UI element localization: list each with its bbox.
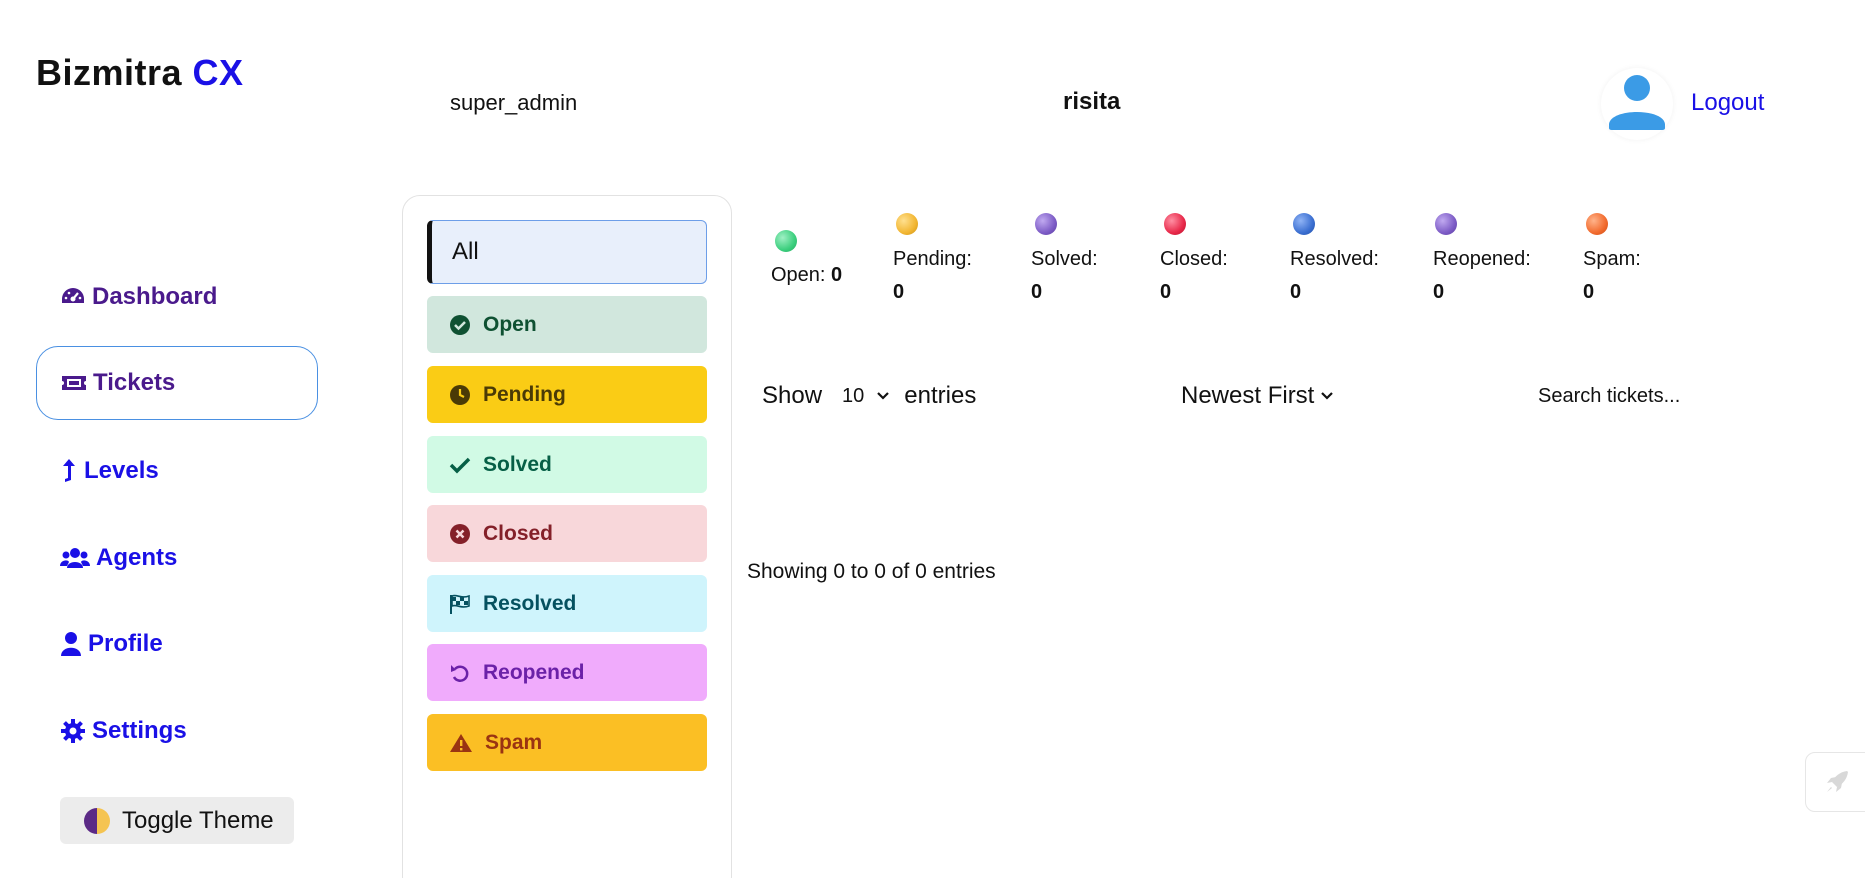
- undo-icon: [449, 662, 471, 684]
- filter-label: All: [452, 238, 479, 265]
- sort-select[interactable]: Newest First: [1181, 382, 1334, 410]
- ticket-page: Bizmitra CX super_admin risita Logout Da…: [0, 0, 1865, 878]
- filter-label: Reopened: [483, 660, 585, 684]
- sidebar-item-label: Settings: [92, 717, 187, 744]
- stat-spam: Spam: 0: [1583, 213, 1683, 303]
- entries-value: 10: [842, 384, 865, 407]
- filter-spam-button[interactable]: Spam: [427, 714, 707, 771]
- stat-label: Spam:: [1583, 248, 1641, 270]
- solved-dot-icon: [1035, 213, 1057, 235]
- ticket-icon: [61, 370, 87, 396]
- stat-value: 0: [1290, 281, 1302, 303]
- chevron-down-icon: [877, 392, 890, 400]
- filter-label: Pending: [483, 382, 566, 406]
- filter-label: Open: [483, 312, 537, 336]
- gear-icon: [60, 718, 86, 744]
- stat-reopened: Reopened: 0: [1433, 213, 1563, 303]
- filter-resolved-button[interactable]: Resolved: [427, 575, 707, 632]
- toggle-theme-label: Toggle Theme: [122, 806, 274, 834]
- stat-label: Open:: [771, 264, 826, 286]
- floating-help-button[interactable]: [1805, 752, 1865, 812]
- filter-label: Spam: [485, 730, 543, 754]
- stat-label: Resolved:: [1290, 248, 1379, 270]
- x-circle-icon: [449, 523, 471, 545]
- stat-label: Closed:: [1160, 248, 1228, 270]
- filter-label: Resolved: [483, 591, 577, 615]
- stat-value: 0: [831, 264, 843, 286]
- filter-label: Solved: [483, 452, 552, 476]
- sidebar-item-label: Agents: [96, 544, 178, 571]
- stat-value: 0: [1160, 281, 1172, 303]
- stat-label: Pending:: [893, 248, 972, 270]
- filter-pending-button[interactable]: Pending: [427, 366, 707, 423]
- stat-resolved: Resolved: 0: [1290, 213, 1410, 303]
- stat-value: 0: [893, 281, 905, 303]
- check-circle-icon: [449, 314, 471, 336]
- filter-reopened-button[interactable]: Reopened: [427, 644, 707, 701]
- show-label: Show: [762, 382, 823, 409]
- brand-name: Bizmitra: [36, 52, 183, 93]
- stat-solved: Solved: 0: [1031, 213, 1141, 303]
- user-avatar-icon: [1609, 75, 1665, 130]
- brand-suffix: CX: [192, 52, 244, 93]
- closed-dot-icon: [1164, 213, 1186, 235]
- chevron-down-icon: [1321, 392, 1334, 400]
- clock-icon: [449, 384, 471, 406]
- gauge-icon: [60, 284, 86, 310]
- reopened-dot-icon: [1435, 213, 1457, 235]
- brand-logo[interactable]: Bizmitra CX: [36, 52, 244, 94]
- user-icon: [60, 631, 82, 657]
- user-role: super_admin: [450, 90, 578, 115]
- sort-label: Newest First: [1181, 382, 1315, 409]
- sidebar-item-dashboard[interactable]: Dashboard: [36, 260, 318, 334]
- filter-label: Closed: [483, 521, 554, 545]
- stat-label: Solved:: [1031, 248, 1098, 270]
- toggle-theme-button[interactable]: Toggle Theme: [60, 797, 294, 844]
- entries-select[interactable]: 10: [842, 385, 890, 408]
- sidebar-item-levels[interactable]: Levels: [36, 434, 318, 508]
- users-icon: [60, 545, 90, 571]
- sidebar-item-profile[interactable]: Profile: [36, 607, 318, 681]
- spam-dot-icon: [1586, 213, 1608, 235]
- stat-pending: Pending: 0: [893, 213, 1013, 303]
- open-dot-icon: [775, 230, 797, 252]
- logout-link[interactable]: Logout: [1691, 89, 1764, 117]
- stat-closed: Closed: 0: [1160, 213, 1270, 303]
- theme-icon: [84, 807, 110, 834]
- arrow-up-icon: [60, 458, 78, 484]
- rocket-icon: [1827, 771, 1848, 792]
- pending-dot-icon: [896, 213, 918, 235]
- stat-value: 0: [1433, 281, 1445, 303]
- username: risita: [1063, 88, 1121, 115]
- filter-solved-button[interactable]: Solved: [427, 436, 707, 493]
- flag-checkered-icon: [449, 593, 471, 615]
- stat-open: Open: 0: [771, 230, 871, 290]
- avatar[interactable]: [1601, 68, 1673, 140]
- stat-label: Reopened:: [1433, 248, 1531, 270]
- filter-closed-button[interactable]: Closed: [427, 505, 707, 562]
- pagination-info: Showing 0 to 0 of 0 entries: [747, 560, 996, 583]
- sidebar-item-label: Levels: [84, 457, 159, 484]
- sidebar-item-agents[interactable]: Agents: [36, 521, 318, 595]
- entries-control: Show 10 entries: [762, 382, 976, 410]
- sidebar-item-settings[interactable]: Settings: [36, 694, 318, 768]
- filter-open-button[interactable]: Open: [427, 296, 707, 353]
- sidebar-item-label: Dashboard: [92, 283, 218, 310]
- warning-icon: [449, 732, 473, 754]
- entries-label: entries: [904, 382, 977, 409]
- filter-all-button[interactable]: All: [427, 220, 707, 284]
- stat-value: 0: [1031, 281, 1043, 303]
- search-input[interactable]: [1538, 380, 1788, 412]
- sidebar-item-label: Tickets: [93, 369, 176, 396]
- sidebar-item-tickets[interactable]: Tickets: [36, 346, 318, 420]
- check-icon: [449, 454, 471, 476]
- resolved-dot-icon: [1293, 213, 1315, 235]
- sidebar-item-label: Profile: [88, 630, 163, 657]
- stat-value: 0: [1583, 281, 1595, 303]
